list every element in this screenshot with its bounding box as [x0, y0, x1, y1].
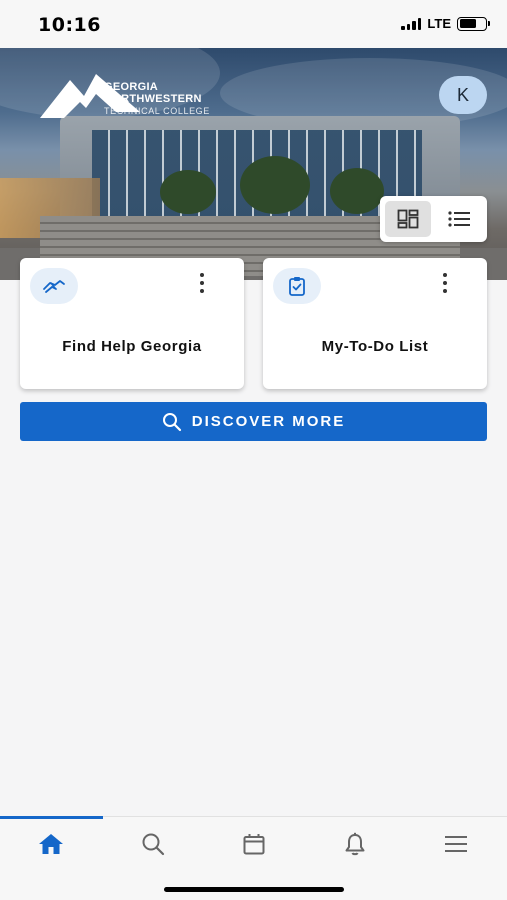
discover-more-label: DISCOVER MORE: [191, 413, 346, 430]
tab-home[interactable]: [31, 829, 71, 859]
tab-search[interactable]: [133, 829, 173, 859]
card-icon-badge: [30, 268, 78, 304]
helping-hand-icon: [43, 280, 65, 293]
network-type: LTE: [427, 16, 451, 31]
tab-menu[interactable]: [436, 829, 476, 859]
calendar-icon: [243, 834, 265, 855]
status-time: 10:16: [38, 14, 101, 36]
clipboard-check-icon: [289, 277, 305, 296]
card-find-help-georgia[interactable]: Find Help Georgia: [20, 258, 244, 389]
tab-calendar[interactable]: [234, 829, 274, 859]
grid-view-icon: [397, 209, 419, 229]
status-indicators: LTE: [401, 16, 490, 31]
avatar[interactable]: K: [439, 76, 487, 114]
card-title: Find Help Georgia: [62, 338, 202, 355]
home-icon: [39, 834, 63, 854]
view-toggle: [380, 196, 487, 242]
status-bar: 10:16 LTE: [0, 0, 507, 48]
grid-view-button[interactable]: [385, 201, 431, 237]
card-more-menu-button[interactable]: [437, 272, 453, 294]
card-icon-badge: [273, 268, 321, 304]
hero-banner: GEORGIA NORTHWESTERN TECHNICAL COLLEGE K: [0, 48, 507, 280]
signal-icon: [401, 17, 422, 30]
search-icon: [142, 833, 165, 856]
card-my-to-do-list[interactable]: My-To-Do List: [263, 258, 487, 389]
menu-icon: [445, 836, 467, 852]
discover-more-button[interactable]: DISCOVER MORE: [20, 402, 487, 441]
card-more-menu-button[interactable]: [194, 272, 210, 294]
list-view-button[interactable]: [437, 201, 483, 237]
battery-icon: [457, 16, 490, 31]
tab-notifications[interactable]: [335, 829, 375, 859]
list-view-icon: [448, 211, 471, 227]
bottom-tab-bar: [0, 816, 507, 900]
home-indicator[interactable]: [164, 887, 344, 892]
search-icon: [162, 412, 181, 431]
card-title: My-To-Do List: [321, 338, 429, 355]
active-tab-indicator: [0, 816, 103, 819]
college-logo-text: GEORGIA NORTHWESTERN TECHNICAL COLLEGE: [104, 81, 210, 116]
bell-icon: [345, 832, 365, 856]
